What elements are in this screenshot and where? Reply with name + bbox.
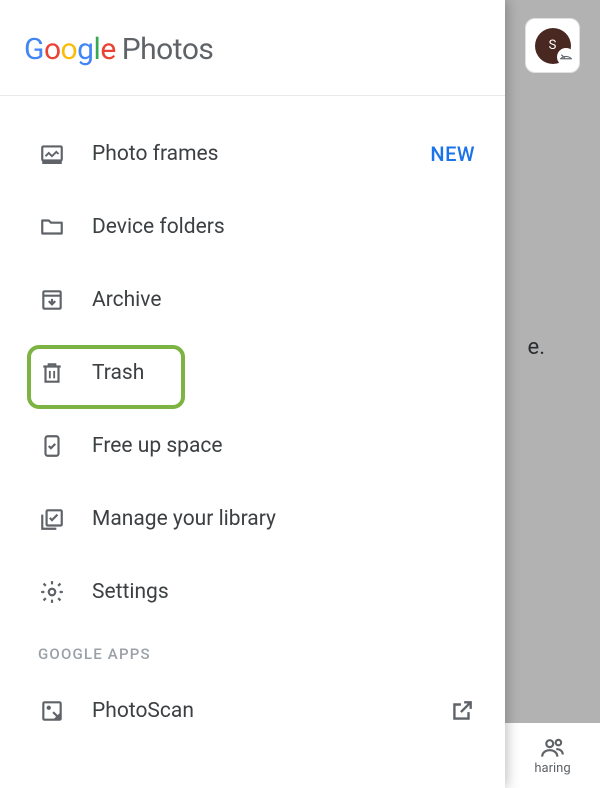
drawer-header: GooglePhotos (0, 0, 505, 96)
bottom-nav-sharing[interactable]: haring (505, 723, 600, 788)
menu-item-photoscan[interactable]: PhotoScan (0, 681, 505, 741)
external-link-icon (449, 698, 475, 724)
menu-item-label: Manage your library (92, 507, 475, 531)
new-badge: NEW (430, 142, 475, 166)
sharing-icon (540, 735, 566, 761)
incognito-badge-icon (557, 48, 575, 66)
section-header-google-apps: GOOGLE APPS (0, 635, 505, 681)
google-photos-logo: GooglePhotos (24, 32, 481, 67)
trash-icon (38, 359, 66, 387)
menu-item-photo-frames[interactable]: Photo frames NEW (0, 124, 505, 184)
menu-item-label: Photo frames (92, 142, 430, 166)
menu-item-manage-library[interactable]: Manage your library (0, 489, 505, 549)
account-avatar-button[interactable]: S (525, 18, 580, 73)
manage-library-icon (38, 505, 66, 533)
menu-item-label: Archive (92, 288, 475, 312)
menu-item-trash[interactable]: Trash (0, 343, 505, 403)
drawer-menu: Photo frames NEW Device folders Archive (0, 96, 505, 754)
menu-item-settings[interactable]: Settings (0, 562, 505, 622)
folder-icon (38, 213, 66, 241)
menu-item-label: Settings (92, 580, 475, 604)
gear-icon (38, 578, 66, 606)
dimmed-overlay[interactable] (505, 0, 600, 788)
menu-item-device-folders[interactable]: Device folders (0, 197, 505, 257)
menu-item-label: Free up space (92, 434, 475, 458)
archive-icon (38, 286, 66, 314)
navigation-drawer: GooglePhotos Photo frames NEW Device fol… (0, 0, 505, 788)
free-up-space-icon (38, 432, 66, 460)
photoscan-icon (38, 697, 66, 725)
menu-item-archive[interactable]: Archive (0, 270, 505, 330)
avatar-initial: S (549, 38, 557, 53)
sharing-label: haring (534, 761, 570, 776)
avatar-circle: S (535, 28, 571, 64)
menu-item-label: Device folders (92, 215, 475, 239)
menu-item-label: Trash (92, 361, 475, 385)
photo-frames-icon (38, 140, 66, 168)
menu-item-label: PhotoScan (92, 699, 449, 723)
menu-item-free-up-space[interactable]: Free up space (0, 416, 505, 476)
